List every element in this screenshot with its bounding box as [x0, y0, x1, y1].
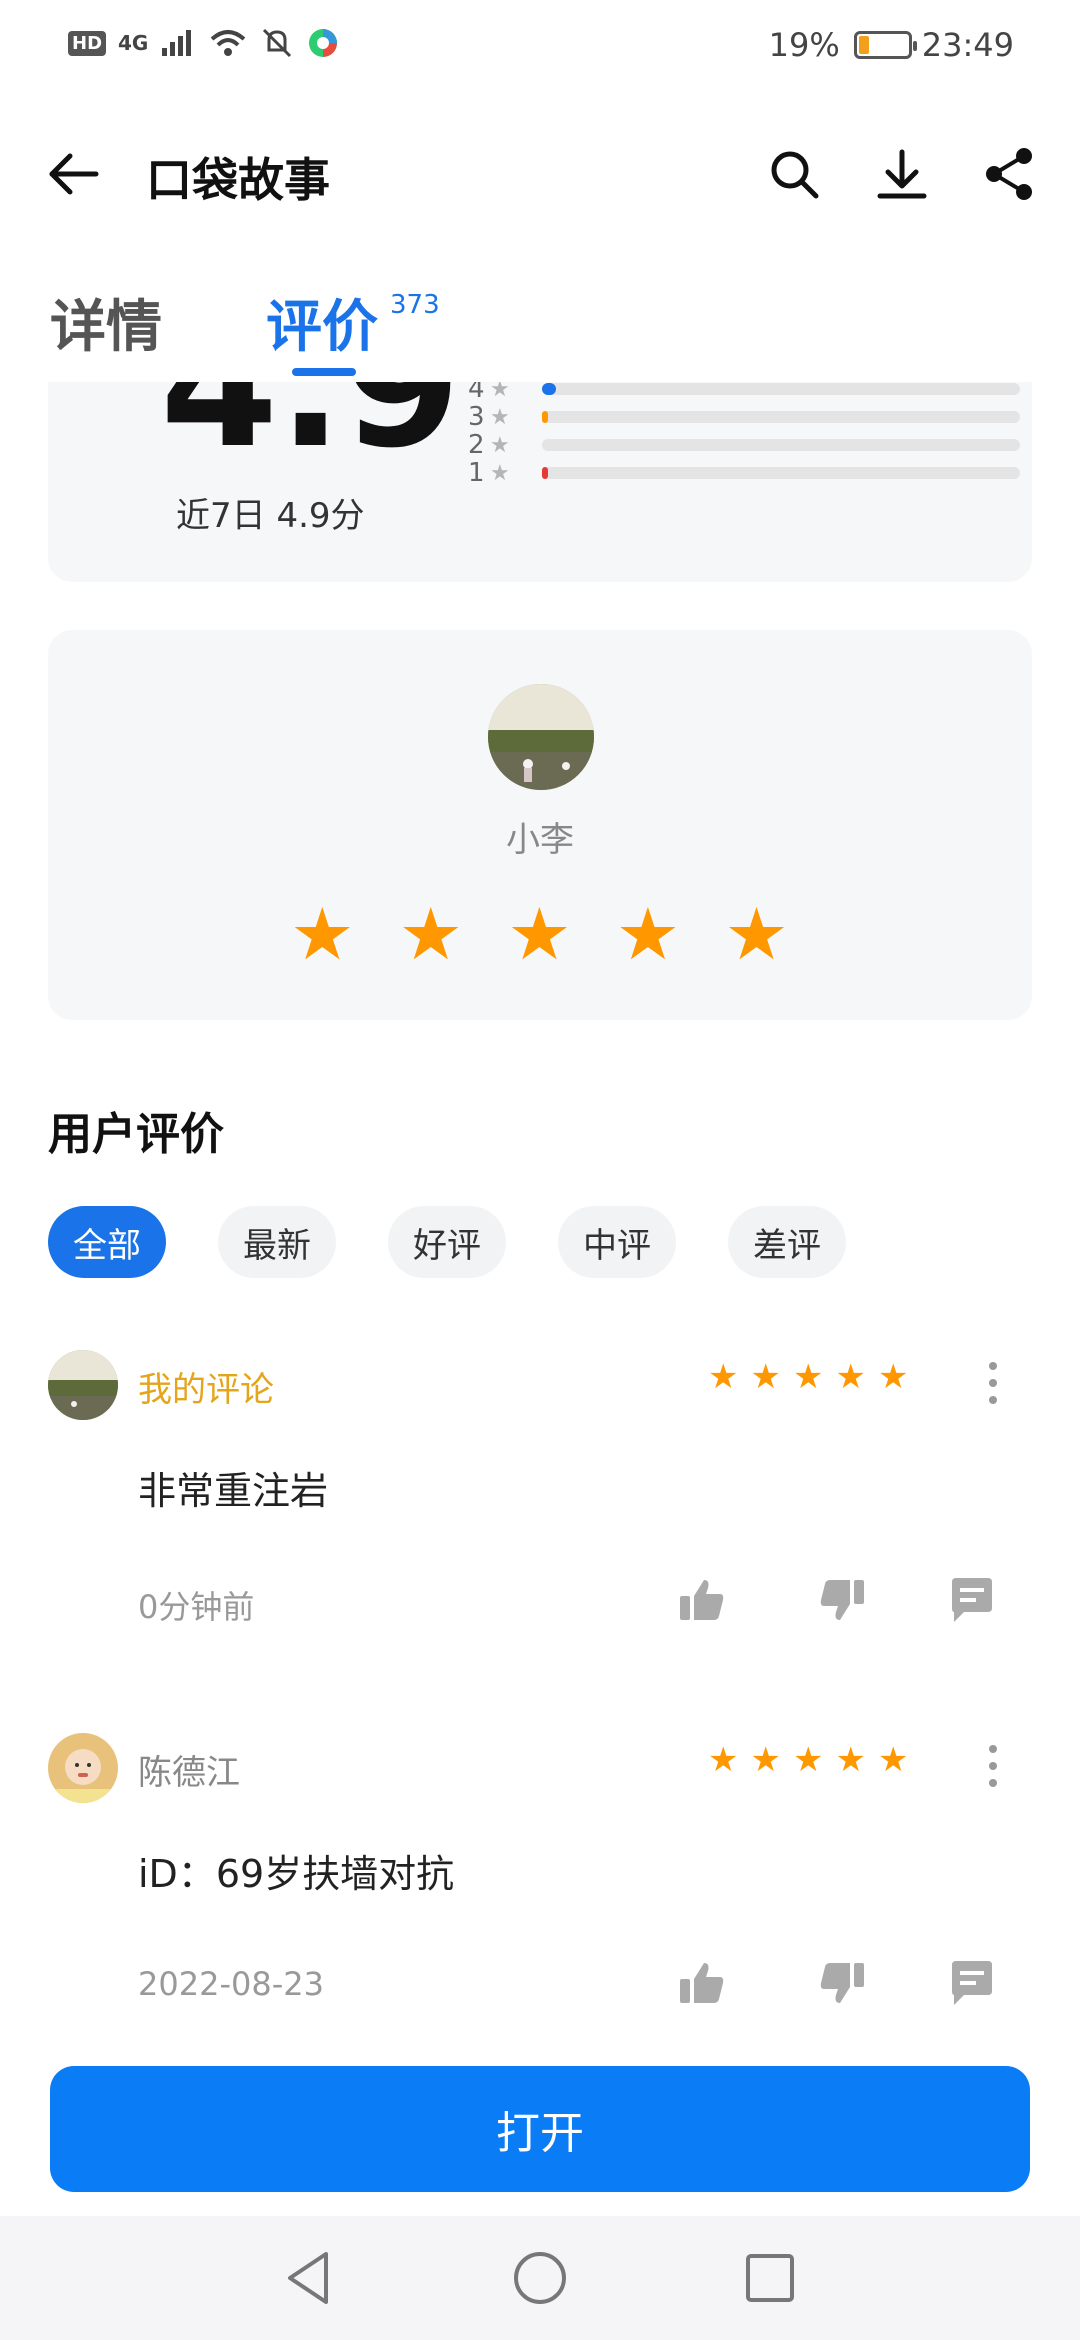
nav-back-icon[interactable] — [278, 2246, 342, 2310]
rating-bar-label: 3 — [468, 402, 485, 432]
tab-reviews[interactable]: 评价 — [266, 282, 378, 363]
review-time: 2022-08-23 — [138, 1965, 324, 2003]
user-name: 小李 — [506, 820, 574, 860]
mute-icon — [263, 28, 292, 58]
network-label: 4G — [118, 31, 149, 55]
star-icon: ★ — [792, 1357, 824, 1397]
review-filters: 全部 最新 好评 中评 差评 — [48, 1206, 846, 1278]
filter-neutral[interactable]: 中评 — [558, 1206, 676, 1278]
status-bar: HD 4G 19% 23:49 — [0, 0, 1080, 92]
star-icon: ★ — [708, 1357, 739, 1397]
rating-bar-track — [542, 411, 1020, 423]
comment-icon[interactable] — [946, 1574, 998, 1626]
review-stars: ★ ★ ★ ★ ★ — [708, 1743, 908, 1777]
review-time: 0分钟前 — [138, 1588, 255, 1626]
rate-stars[interactable]: ★ ★ ★ ★ ★ — [290, 898, 789, 970]
review-text: iD：69岁扶墙对抗 — [138, 1852, 455, 1896]
star-icon[interactable]: ★ — [290, 898, 355, 970]
rating-bar-fill — [542, 467, 548, 479]
review-text: 非常重注岩 — [138, 1469, 329, 1513]
rating-bar-label: 2 — [468, 430, 485, 460]
star-icon: ★ — [750, 1740, 781, 1780]
review-stars: ★ ★ ★ ★ ★ — [708, 1360, 908, 1394]
tab-bar: 详情 评价 373 — [0, 282, 1080, 382]
star-icon: ★ — [792, 1740, 824, 1780]
star-icon: ★ — [835, 1740, 866, 1780]
tab-indicator — [292, 368, 356, 376]
rating-summary: 4.9 近7日 4.9分 4 ★ 3 ★ 2 ★ 1 ★ — [48, 382, 1032, 582]
thumbs-down-icon[interactable] — [816, 1957, 868, 2009]
star-icon: ★ — [490, 432, 510, 458]
reviewer-name: 陈德江 — [138, 1753, 240, 1793]
system-nav-bar — [0, 2216, 1080, 2340]
star-icon: ★ — [835, 1357, 866, 1397]
rating-bar-fill — [542, 411, 548, 423]
star-icon: ★ — [708, 1740, 739, 1780]
rating-bar-track — [542, 439, 1020, 451]
rating-bar-row: 3 ★ — [468, 402, 1020, 432]
star-icon[interactable]: ★ — [399, 898, 464, 970]
rating-bar-row: 1 ★ — [468, 458, 1020, 488]
nav-recents-icon[interactable] — [738, 2246, 802, 2310]
search-icon[interactable] — [764, 144, 824, 204]
signal-icon — [162, 30, 192, 56]
wifi-icon — [211, 30, 246, 56]
filter-all[interactable]: 全部 — [48, 1206, 166, 1278]
clock: 23:49 — [921, 26, 1014, 64]
avatar[interactable] — [48, 1733, 118, 1803]
more-vert-icon[interactable] — [978, 1741, 1008, 1791]
status-left: HD 4G — [68, 26, 340, 60]
star-icon: ★ — [490, 382, 510, 402]
filter-latest[interactable]: 最新 — [218, 1206, 336, 1278]
nav-home-icon[interactable] — [508, 2246, 572, 2310]
avatar — [488, 684, 594, 790]
filter-positive[interactable]: 好评 — [388, 1206, 506, 1278]
thumbs-down-icon[interactable] — [816, 1574, 868, 1626]
filter-negative[interactable]: 差评 — [728, 1206, 846, 1278]
comment-icon[interactable] — [946, 1957, 998, 2009]
battery-percent: 19% — [768, 26, 840, 64]
star-icon[interactable]: ★ — [616, 898, 681, 970]
tab-details[interactable]: 详情 — [50, 282, 162, 363]
star-icon: ★ — [877, 1357, 909, 1397]
share-icon[interactable] — [980, 144, 1040, 204]
star-icon: ★ — [750, 1357, 781, 1397]
star-icon[interactable]: ★ — [724, 898, 789, 970]
thumbs-up-icon[interactable] — [676, 1957, 728, 2009]
rating-bar-track — [542, 383, 1020, 395]
section-title: 用户评价 — [48, 1109, 224, 1160]
recent-score: 近7日 4.9分 — [176, 496, 365, 536]
my-rating-card: 小李 ★ ★ ★ ★ ★ — [48, 630, 1032, 1020]
avatar[interactable] — [48, 1350, 118, 1420]
download-icon[interactable] — [872, 144, 932, 204]
more-vert-icon[interactable] — [978, 1358, 1008, 1408]
thumbs-up-icon[interactable] — [676, 1574, 728, 1626]
rating-bar-row: 2 ★ — [468, 430, 1020, 460]
rating-bar-row: 4 ★ — [468, 382, 1020, 404]
open-button[interactable]: 打开 — [50, 2066, 1030, 2192]
back-arrow-icon[interactable] — [44, 144, 104, 204]
app-icon — [309, 29, 338, 57]
rating-bar-fill — [542, 383, 557, 395]
review-item: 我的评论 ★ ★ ★ ★ ★ 非常重注岩 0分钟前 — [48, 1350, 1032, 1626]
page-title: 口袋故事 — [146, 153, 330, 207]
rating-bar-track — [542, 467, 1020, 479]
average-score: 4.9 — [160, 382, 462, 486]
star-icon: ★ — [490, 460, 510, 486]
app-header: 口袋故事 — [0, 120, 1080, 230]
review-count-badge: 373 — [390, 290, 440, 320]
rating-bar-label: 1 — [468, 458, 485, 488]
reviewer-name: 我的评论 — [138, 1370, 274, 1410]
hd-badge: HD — [68, 30, 107, 56]
star-icon: ★ — [490, 404, 510, 430]
battery-icon — [853, 31, 917, 59]
rating-bar-label: 4 — [468, 382, 485, 404]
star-icon: ★ — [877, 1740, 909, 1780]
review-item: 陈德江 ★ ★ ★ ★ ★ iD：69岁扶墙对抗 2022-08-23 — [48, 1733, 1032, 2005]
status-right: 19% 23:49 — [769, 26, 1014, 64]
star-icon[interactable]: ★ — [507, 898, 572, 970]
